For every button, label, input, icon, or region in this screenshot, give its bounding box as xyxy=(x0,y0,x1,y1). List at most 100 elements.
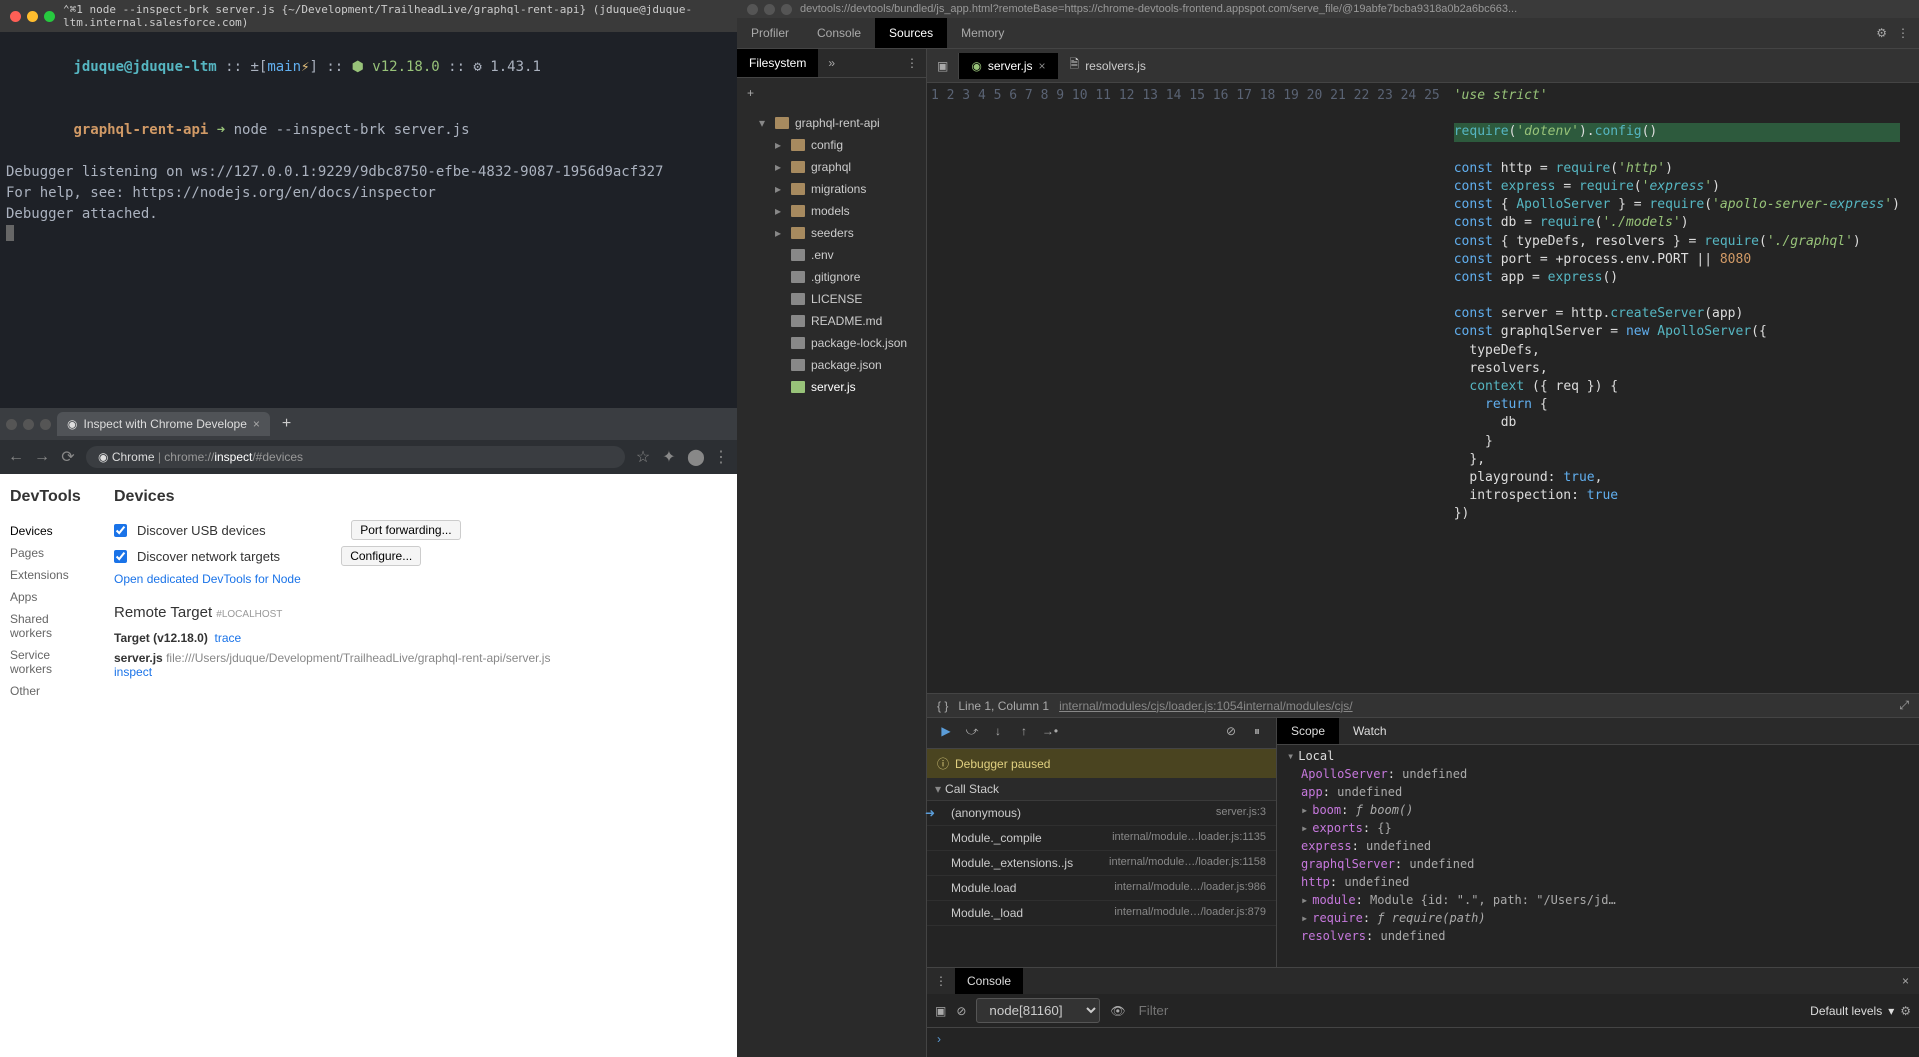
eye-icon[interactable]: 👁 xyxy=(1110,1004,1125,1018)
panel-menu-icon[interactable]: ⋮ xyxy=(898,56,926,70)
more-tabs-icon[interactable]: » xyxy=(818,49,845,77)
scope-variable[interactable]: resolvers: undefined xyxy=(1277,927,1919,945)
console-prompt[interactable]: › xyxy=(927,1028,1919,1050)
open-dedicated-link[interactable]: Open dedicated DevTools for Node xyxy=(114,572,301,586)
discover-network-checkbox[interactable] xyxy=(114,550,127,563)
address-bar[interactable]: ◉ Chrome | chrome://inspect/#devices xyxy=(86,446,625,468)
tree-file[interactable]: server.js xyxy=(737,376,926,398)
scope-local[interactable]: Local xyxy=(1277,747,1919,765)
step-button[interactable]: →• xyxy=(1041,724,1059,742)
back-button[interactable]: ← xyxy=(8,448,24,466)
console-settings-icon[interactable]: ⚙ xyxy=(1900,1004,1911,1018)
sidebar-item-extensions[interactable]: Extensions xyxy=(10,564,90,586)
profile-icon[interactable]: ⬤ xyxy=(687,447,703,467)
stack-frame[interactable]: Module._extensions..jsinternal/module…/l… xyxy=(927,851,1276,876)
tree-file[interactable]: package-lock.json xyxy=(737,332,926,354)
pause-exceptions-icon[interactable]: ⏸ xyxy=(1248,724,1266,742)
trace-link[interactable]: trace xyxy=(215,631,242,645)
callstack-header[interactable]: Call Stack xyxy=(927,778,1276,801)
close-tab-icon[interactable]: × xyxy=(1039,59,1046,73)
tree-file[interactable]: package.json xyxy=(737,354,926,376)
add-folder-button[interactable]: + xyxy=(737,78,926,108)
tree-file[interactable]: LICENSE xyxy=(737,288,926,310)
scope-tab[interactable]: Scope xyxy=(1277,718,1339,744)
scope-variable[interactable]: boom: ƒ boom() xyxy=(1277,801,1919,819)
scope-variable[interactable]: module: Module {id: ".", path: "/Users/j… xyxy=(1277,891,1919,909)
reload-button[interactable]: ⟳ xyxy=(60,447,76,467)
filesystem-tab[interactable]: Filesystem xyxy=(737,49,818,77)
close-drawer-icon[interactable]: × xyxy=(1892,974,1919,988)
sidebar-item-shared-workers[interactable]: Shared workers xyxy=(10,608,90,644)
tree-folder[interactable]: seeders xyxy=(737,222,926,244)
tree-file[interactable]: .gitignore xyxy=(737,266,926,288)
stack-frame[interactable]: Module.loadinternal/module…/loader.js:98… xyxy=(927,876,1276,901)
tree-folder[interactable]: models xyxy=(737,200,926,222)
code-editor[interactable]: 1 2 3 4 5 6 7 8 9 10 11 12 13 14 15 16 1… xyxy=(927,83,1919,693)
new-tab-button[interactable]: + xyxy=(276,415,297,433)
deactivate-breakpoints-icon[interactable]: ⊘ xyxy=(1222,724,1240,742)
expand-icon[interactable]: ⤢ xyxy=(1899,698,1909,713)
star-icon[interactable]: ☆ xyxy=(635,447,651,467)
levels-select[interactable]: Default levels xyxy=(1810,1004,1882,1018)
discover-usb-checkbox[interactable] xyxy=(114,524,127,537)
step-into-button[interactable]: ↓ xyxy=(989,724,1007,742)
scope-variable[interactable]: graphqlServer: undefined xyxy=(1277,855,1919,873)
resume-button[interactable]: ▶ xyxy=(937,724,955,742)
tree-folder[interactable]: config xyxy=(737,134,926,156)
console-tab[interactable]: Console xyxy=(955,968,1023,994)
console-filter-input[interactable] xyxy=(1136,1000,1319,1021)
maximize-icon[interactable] xyxy=(781,4,792,15)
minimize-icon[interactable] xyxy=(27,11,38,22)
file-tab-resolvers[interactable]: 🗎resolvers.js xyxy=(1058,49,1158,82)
menu-icon[interactable]: ⋮ xyxy=(713,447,729,467)
scope-variable[interactable]: http: undefined xyxy=(1277,873,1919,891)
watch-tab[interactable]: Watch xyxy=(1339,718,1401,744)
tree-file[interactable]: .env xyxy=(737,244,926,266)
port-forwarding-button[interactable]: Port forwarding... xyxy=(351,520,460,540)
scope-variable[interactable]: ApolloServer: undefined xyxy=(1277,765,1919,783)
close-icon[interactable] xyxy=(6,419,17,430)
close-icon[interactable] xyxy=(10,11,21,22)
tree-folder[interactable]: migrations xyxy=(737,178,926,200)
forward-button[interactable]: → xyxy=(34,448,50,466)
stack-frame[interactable]: Module._compileinternal/module…loader.js… xyxy=(927,826,1276,851)
tab-console[interactable]: Console xyxy=(803,18,875,48)
step-over-button[interactable]: ⤻ xyxy=(963,724,981,742)
maximize-icon[interactable] xyxy=(44,11,55,22)
close-tab-icon[interactable]: × xyxy=(253,417,260,431)
tab-sources[interactable]: Sources xyxy=(875,18,947,48)
brackets-icon[interactable]: { } xyxy=(937,699,948,713)
minimize-icon[interactable] xyxy=(23,419,34,430)
close-icon[interactable] xyxy=(747,4,758,15)
context-select[interactable]: node[81160] xyxy=(976,998,1100,1023)
file-tab-server[interactable]: ◉server.js× xyxy=(959,53,1057,79)
configure-button[interactable]: Configure... xyxy=(341,546,421,566)
stack-frame[interactable]: Module._loadinternal/module…/loader.js:8… xyxy=(927,901,1276,926)
extensions-icon[interactable]: ✦ xyxy=(661,447,677,467)
settings-icon[interactable]: ⚙ xyxy=(1876,26,1887,40)
scope-variable[interactable]: require: ƒ require(path) xyxy=(1277,909,1919,927)
toggle-sidebar-icon[interactable]: ▣ xyxy=(927,53,959,79)
scope-variable[interactable]: app: undefined xyxy=(1277,783,1919,801)
scope-variable[interactable]: exports: {} xyxy=(1277,819,1919,837)
browser-tab[interactable]: ◉ Inspect with Chrome Develope × xyxy=(57,412,270,436)
sidebar-item-other[interactable]: Other xyxy=(10,680,90,702)
maximize-icon[interactable] xyxy=(40,419,51,430)
inspect-link[interactable]: inspect xyxy=(114,665,152,679)
tree-root[interactable]: graphql-rent-api xyxy=(737,112,926,134)
terminal-body[interactable]: jduque@jduque-ltm :: ±[main⚡] :: ⬢ v12.1… xyxy=(0,32,737,252)
tree-file[interactable]: README.md xyxy=(737,310,926,332)
sidebar-item-apps[interactable]: Apps xyxy=(10,586,90,608)
tree-folder[interactable]: graphql xyxy=(737,156,926,178)
console-sidebar-icon[interactable]: ▣ xyxy=(935,1004,946,1018)
clear-console-icon[interactable]: ⊘ xyxy=(956,1004,966,1018)
minimize-icon[interactable] xyxy=(764,4,775,15)
tab-profiler[interactable]: Profiler xyxy=(737,18,803,48)
stack-frame[interactable]: (anonymous)server.js:3 xyxy=(927,801,1276,826)
sidebar-item-pages[interactable]: Pages xyxy=(10,542,90,564)
console-menu-icon[interactable]: ⋮ xyxy=(927,974,955,988)
sidebar-item-service-workers[interactable]: Service workers xyxy=(10,644,90,680)
more-icon[interactable]: ⋮ xyxy=(1897,26,1909,40)
tab-memory[interactable]: Memory xyxy=(947,18,1018,48)
sidebar-item-devices[interactable]: Devices xyxy=(10,520,90,542)
